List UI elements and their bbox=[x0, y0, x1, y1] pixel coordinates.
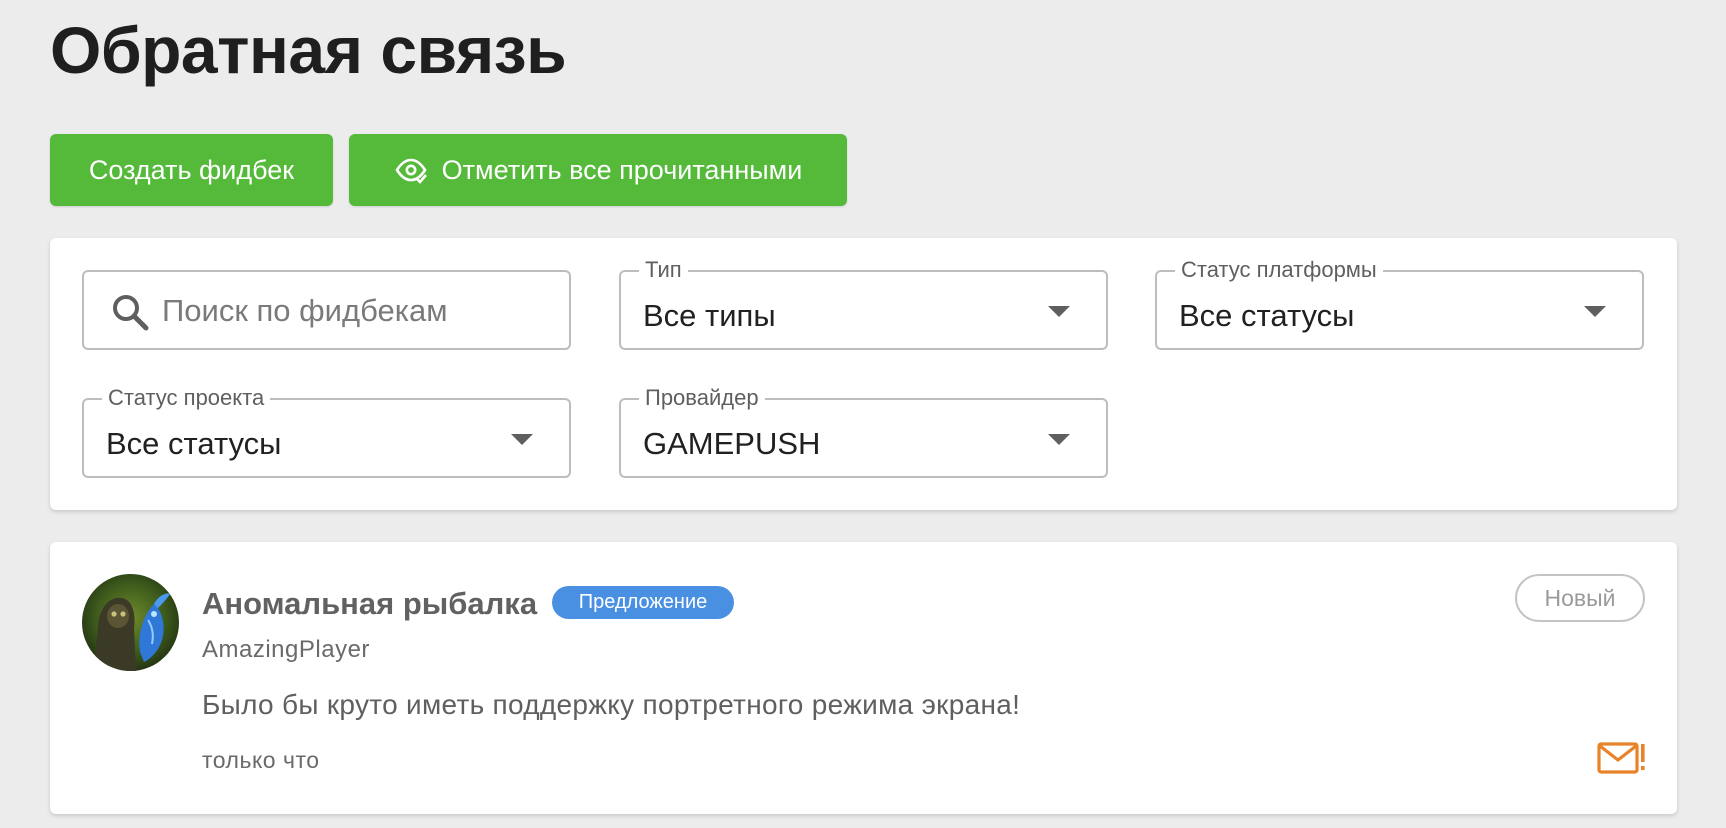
project-status-select[interactable]: Статус проекта Все статусы bbox=[82, 386, 571, 478]
feedback-text: Было бы круто иметь поддержку портретног… bbox=[202, 689, 1021, 720]
search-field[interactable] bbox=[82, 270, 571, 350]
chevron-down-icon bbox=[1584, 306, 1606, 317]
feedback-card[interactable]: Аномальная рыбалка Предложение AmazingPl… bbox=[50, 542, 1677, 814]
chevron-down-icon bbox=[1048, 306, 1070, 317]
mark-all-read-label: Отметить все прочитанными bbox=[441, 154, 803, 185]
feedback-timestamp: только что bbox=[202, 747, 320, 773]
project-status-value: Все статусы bbox=[106, 426, 282, 461]
feedback-status-badge[interactable]: Новый bbox=[1515, 574, 1645, 622]
platform-status-value: Все статусы bbox=[1179, 298, 1355, 333]
feedback-game-title[interactable]: Аномальная рыбалка bbox=[202, 584, 537, 624]
create-feedback-label: Создать фидбек bbox=[88, 154, 295, 185]
game-avatar bbox=[82, 574, 179, 671]
feedback-type-badge: Предложение bbox=[552, 586, 734, 619]
mark-all-read-button[interactable]: Отметить все прочитанными bbox=[349, 134, 847, 206]
platform-status-label: Статус платформы bbox=[1175, 258, 1383, 282]
provider-label: Провайдер bbox=[639, 386, 765, 410]
page-title: Обратная связь bbox=[50, 13, 567, 87]
create-feedback-button[interactable]: Создать фидбек bbox=[50, 134, 333, 206]
platform-status-select[interactable]: Статус платформы Все статусы bbox=[1155, 258, 1644, 350]
search-icon bbox=[113, 295, 149, 331]
type-select[interactable]: Тип Все типы bbox=[619, 258, 1108, 350]
search-input[interactable] bbox=[162, 288, 552, 334]
mail-alert-icon bbox=[1597, 742, 1645, 774]
chevron-down-icon bbox=[511, 434, 533, 445]
type-select-label: Тип bbox=[639, 258, 688, 282]
provider-value: GAMEPUSH bbox=[643, 426, 821, 461]
eye-check-icon bbox=[395, 158, 427, 184]
feedback-author: AmazingPlayer bbox=[202, 636, 370, 663]
type-select-value: Все типы bbox=[643, 298, 776, 333]
project-status-label: Статус проекта bbox=[102, 386, 271, 410]
filters-panel: Тип Все типы Статус платформы Все статус… bbox=[50, 238, 1677, 510]
chevron-down-icon bbox=[1048, 434, 1070, 445]
provider-select[interactable]: Провайдер GAMEPUSH bbox=[619, 386, 1108, 478]
